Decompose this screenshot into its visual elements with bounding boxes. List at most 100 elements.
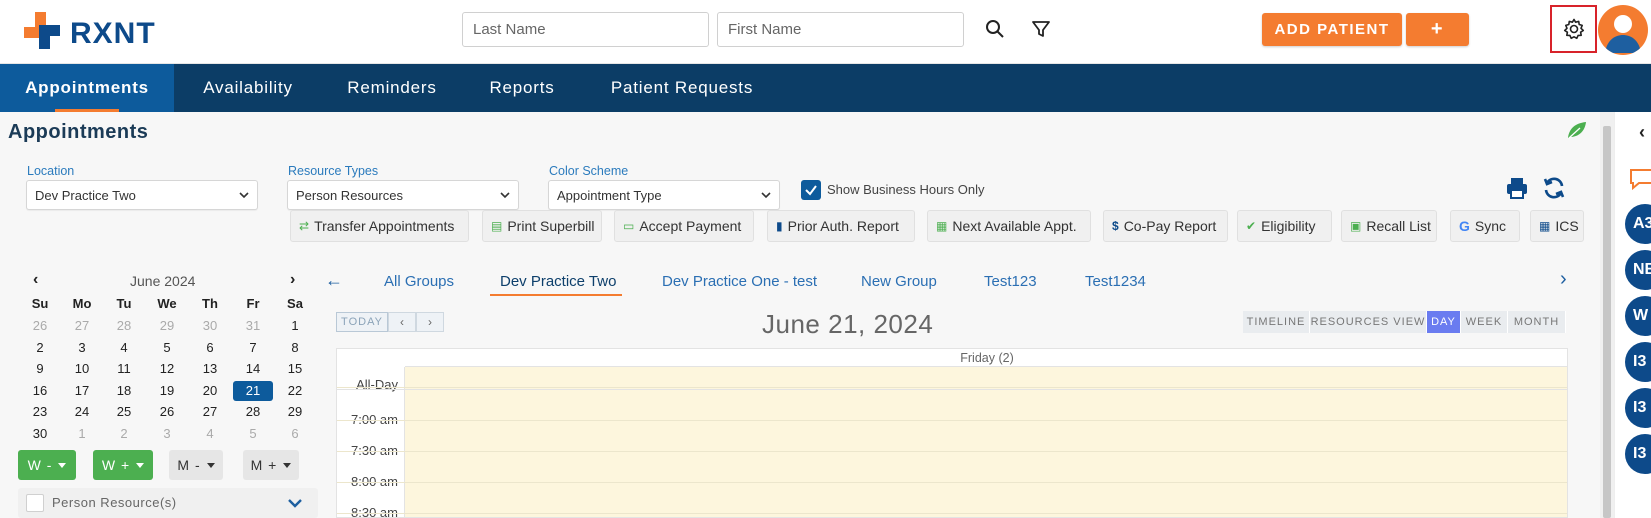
copay-report-button[interactable]: $ Co-Pay Report (1103, 210, 1228, 242)
calendar-day[interactable]: 30 (190, 316, 230, 336)
calendar-day[interactable]: 16 (20, 381, 60, 401)
calendar-day[interactable]: 15 (275, 359, 315, 379)
calendar-day[interactable]: 3 (147, 424, 187, 444)
group-tab-test1234[interactable]: Test1234 (1085, 273, 1146, 290)
calendar-day[interactable]: 9 (20, 359, 60, 379)
calendar-day[interactable]: 3 (62, 338, 102, 358)
group-tab-dev-practice-one-test[interactable]: Dev Practice One - test (662, 273, 817, 290)
person-resource-checkbox[interactable] (26, 494, 44, 512)
prev-month-arrow[interactable]: ‹ (33, 271, 38, 289)
calendar-day[interactable]: 22 (275, 381, 315, 401)
calendar-day[interactable]: 20 (190, 381, 230, 401)
calendar-day[interactable]: 17 (62, 381, 102, 401)
search-icon[interactable] (982, 16, 1008, 42)
group-tab-new-group[interactable]: New Group (861, 273, 937, 290)
quick-add-button[interactable]: + (1406, 13, 1469, 46)
prev-day-button[interactable]: ‹ (388, 312, 416, 332)
calendar-day[interactable]: 24 (62, 402, 102, 422)
first-name-input[interactable] (717, 12, 964, 47)
calendar-day[interactable]: 11 (104, 359, 144, 379)
calendar-day[interactable]: 23 (20, 402, 60, 422)
calendar-day[interactable]: 31 (233, 316, 273, 336)
rail-badge[interactable]: NE (1625, 250, 1651, 290)
accept-payment-button[interactable]: ▭ Accept Payment (614, 210, 754, 242)
next-month-arrow[interactable]: › (290, 271, 295, 289)
view-week-button[interactable]: WEEK (1461, 311, 1508, 333)
calendar-day[interactable]: 6 (190, 338, 230, 358)
next-day-button[interactable]: › (416, 312, 444, 332)
calendar-day[interactable]: 12 (147, 359, 187, 379)
chevron-down-icon[interactable] (288, 497, 302, 509)
print-superbill-button[interactable]: ▤ Print Superbill (482, 210, 602, 242)
view-timeline-button[interactable]: TIMELINE (1243, 311, 1310, 333)
calendar-day[interactable]: 27 (62, 316, 102, 336)
recall-list-button[interactable]: ▣ Recall List (1341, 210, 1437, 242)
rail-badge[interactable]: I3 (1625, 342, 1651, 382)
group-tab-test123[interactable]: Test123 (984, 273, 1037, 290)
groups-next-arrow[interactable]: › (1560, 268, 1567, 291)
calendar-day[interactable]: 2 (20, 338, 60, 358)
view-month-button[interactable]: MONTH (1508, 311, 1566, 333)
calendar-day[interactable]: 5 (233, 424, 273, 444)
rail-badge[interactable]: I3 (1625, 434, 1651, 474)
calendar-day[interactable]: 5 (147, 338, 187, 358)
calendar-day[interactable]: 6 (275, 424, 315, 444)
last-name-input[interactable] (462, 12, 709, 47)
calendar-day[interactable]: 29 (275, 402, 315, 422)
print-icon[interactable] (1505, 176, 1529, 205)
collapse-rail-arrow[interactable]: ‹ (1639, 122, 1645, 143)
calendar-day[interactable]: 2 (104, 424, 144, 444)
calendar-day[interactable]: 30 (20, 424, 60, 444)
prior-auth-report-button[interactable]: ▮ Prior Auth. Report (767, 210, 915, 242)
view-resources-button[interactable]: RESOURCES VIEW (1310, 311, 1427, 333)
filter-icon[interactable] (1028, 16, 1054, 42)
user-avatar[interactable] (1598, 5, 1648, 55)
refresh-icon[interactable] (1542, 176, 1566, 205)
add-patient-button[interactable]: ADD PATIENT (1262, 13, 1402, 46)
calendar-day[interactable]: 19 (147, 381, 187, 401)
groups-prev-arrow[interactable]: ← (325, 270, 343, 291)
calendar-day[interactable]: 7 (233, 338, 273, 358)
week-plus-button[interactable]: W + (93, 450, 153, 480)
group-tab-dev-practice-two[interactable]: Dev Practice Two (500, 273, 616, 290)
eligibility-button[interactable]: ✔ Eligibility (1237, 210, 1332, 242)
calendar-day[interactable]: 1 (62, 424, 102, 444)
week-minus-button[interactable]: W - (18, 450, 76, 480)
leaf-icon[interactable] (1566, 120, 1588, 145)
ics-button[interactable]: ▦ ICS (1530, 210, 1584, 242)
month-plus-button[interactable]: M + (243, 450, 299, 480)
nav-patient-requests[interactable]: Patient Requests (582, 64, 782, 112)
scrollbar-thumb[interactable] (1603, 126, 1611, 518)
nav-appointments[interactable]: Appointments (0, 64, 174, 112)
group-tab-all-groups[interactable]: All Groups (384, 273, 454, 290)
nav-reminders[interactable]: Reminders (322, 64, 462, 112)
calendar-day[interactable]: 13 (190, 359, 230, 379)
rail-badge[interactable]: A3 (1625, 204, 1651, 244)
nav-reports[interactable]: Reports (462, 64, 582, 112)
rail-badge[interactable]: I3 (1625, 388, 1651, 428)
calendar-day[interactable]: 4 (104, 338, 144, 358)
chat-icon[interactable] (1629, 168, 1651, 190)
resource-types-select[interactable]: Person Resources (287, 180, 519, 210)
calendar-day[interactable]: 29 (147, 316, 187, 336)
calendar-day[interactable]: 28 (233, 402, 273, 422)
calendar-day[interactable]: 10 (62, 359, 102, 379)
today-button[interactable]: TODAY (336, 312, 388, 332)
calendar-day[interactable]: 14 (233, 359, 273, 379)
calendar-day-selected[interactable]: 21 (233, 380, 273, 401)
calendar-day[interactable]: 18 (104, 381, 144, 401)
month-minus-button[interactable]: M - (169, 450, 223, 480)
page-scrollbar[interactable] (1600, 112, 1614, 518)
transfer-appointments-button[interactable]: ⇄ Transfer Appointments (290, 210, 469, 242)
calendar-day[interactable]: 25 (104, 402, 144, 422)
calendar-day[interactable]: 4 (190, 424, 230, 444)
business-hours-checkbox[interactable] (801, 180, 821, 200)
person-resource-row[interactable]: Person Resource(s) (18, 488, 318, 518)
calendar-day[interactable]: 26 (20, 316, 60, 336)
color-scheme-select[interactable]: Appointment Type (548, 180, 780, 210)
calendar-day[interactable]: 1 (275, 316, 315, 336)
settings-button[interactable] (1550, 5, 1597, 53)
calendar-day[interactable]: 28 (104, 316, 144, 336)
calendar-day[interactable]: 26 (147, 402, 187, 422)
calendar-day[interactable]: 8 (275, 338, 315, 358)
